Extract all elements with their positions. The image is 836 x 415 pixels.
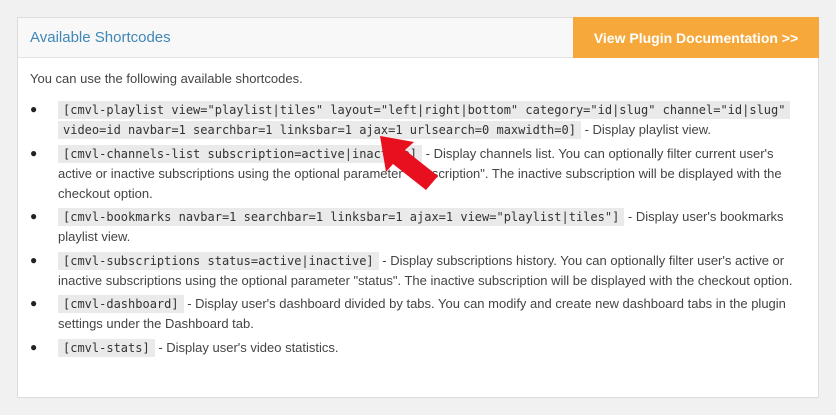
panel-body: You can use the following available shor… xyxy=(18,58,818,358)
shortcode-item-stats: ● [cmvl-stats] - Display user's video st… xyxy=(30,338,806,358)
shortcode-item-channels-list: ● [cmvl-channels-list subscription=activ… xyxy=(30,144,806,203)
view-plugin-documentation-button[interactable]: View Plugin Documentation >> xyxy=(573,17,819,58)
shortcode-description: - Display user's video statistics. xyxy=(154,339,339,355)
shortcode-code: [cmvl-stats] xyxy=(58,338,155,357)
bullet-icon: ● xyxy=(30,339,38,354)
shortcode-item-playlist: ● [cmvl-playlist view="playlist|tiles" l… xyxy=(30,100,806,140)
shortcode-list: ● [cmvl-playlist view="playlist|tiles" l… xyxy=(30,100,806,358)
bullet-icon: ● xyxy=(30,296,38,310)
bullet-icon: ● xyxy=(30,146,38,160)
intro-text: You can use the following available shor… xyxy=(30,71,303,86)
bullet-icon: ● xyxy=(30,102,38,116)
bullet-icon: ● xyxy=(30,209,38,223)
shortcode-code: [cmvl-bookmarks navbar=1 searchbar=1 lin… xyxy=(58,208,625,226)
shortcode-code: [cmvl-dashboard] xyxy=(58,295,184,313)
shortcodes-panel: Available Shortcodes View Plugin Documen… xyxy=(17,17,819,398)
shortcode-code: [cmvl-channels-list subscription=active|… xyxy=(58,145,423,163)
shortcode-item-subscriptions: ● [cmvl-subscriptions status=active|inac… xyxy=(30,251,806,291)
shortcode-description: - Display playlist view. xyxy=(580,122,711,137)
shortcode-item-dashboard: ● [cmvl-dashboard] - Display user's dash… xyxy=(30,294,806,334)
panel-title: Available Shortcodes xyxy=(30,29,171,46)
bullet-icon: ● xyxy=(30,252,38,267)
shortcode-code: [cmvl-subscriptions status=active|inacti… xyxy=(58,251,379,270)
shortcode-item-bookmarks: ● [cmvl-bookmarks navbar=1 searchbar=1 l… xyxy=(30,207,806,247)
panel-header: Available Shortcodes View Plugin Documen… xyxy=(18,17,819,58)
